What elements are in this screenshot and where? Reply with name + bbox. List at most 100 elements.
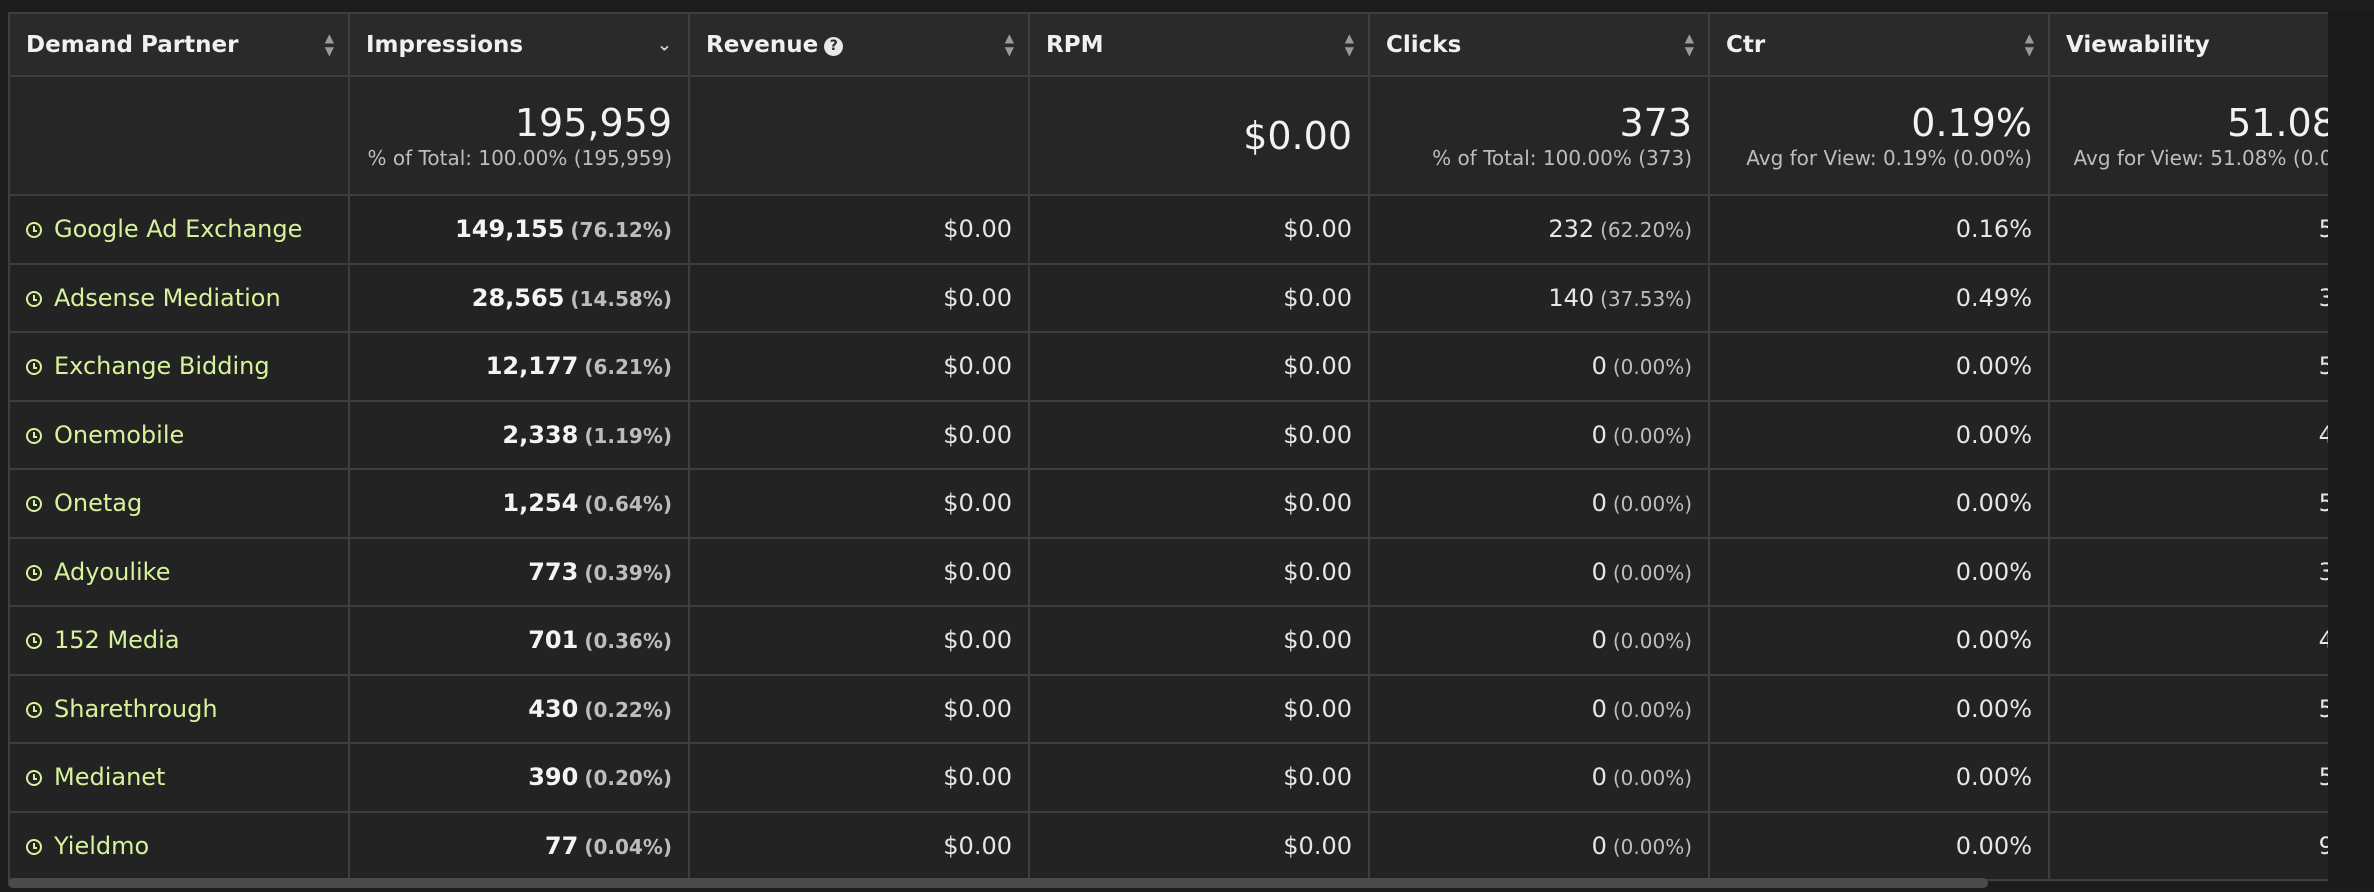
revenue-cell: $0.00 [688, 673, 1030, 744]
column-header-revenue[interactable]: Revenue? ▲ ▼ [688, 12, 1030, 77]
clock-icon [26, 496, 42, 513]
rpm-cell: $0.00 [1028, 331, 1370, 402]
sort-desc-icon[interactable]: ⌄ [657, 34, 672, 55]
ctr-cell: 0.00% [1708, 331, 2050, 402]
demand-partner-cell[interactable]: Onemobile [8, 399, 350, 470]
column-header-rpm[interactable]: RPM ▲ ▼ [1028, 12, 1370, 77]
viewability-cell: 92.2 [2048, 810, 2328, 881]
totals-row: 195,959 % of Total: 100.00% (195,959) $0… [8, 75, 2328, 196]
rpm-cell: $0.00 [1028, 262, 1370, 333]
totals-cell-viewability: 51.08% Avg for View: 51.08% (0.00%) [2048, 75, 2328, 196]
demand-partner-link[interactable]: Medianet [54, 763, 165, 791]
demand-partner-cell[interactable]: 152 Media [8, 605, 350, 676]
demand-partner-link[interactable]: Google Ad Exchange [54, 215, 302, 243]
clicks-value: 0 [1591, 831, 1607, 860]
clicks-cell: 0 (0.00%) [1368, 331, 1710, 402]
impressions-cell: 701 (0.36%) [348, 605, 690, 676]
sort-icon[interactable]: ▲ ▼ [2025, 32, 2034, 57]
demand-partner-link[interactable]: Exchange Bidding [54, 352, 270, 380]
revenue-cell: $0.00 [688, 536, 1030, 607]
column-label: Demand Partner [26, 31, 239, 58]
demand-partner-cell[interactable]: Yieldmo [8, 810, 350, 881]
ctr-cell: 0.00% [1708, 673, 2050, 744]
clicks-cell: 0 (0.00%) [1368, 605, 1710, 676]
table-row: Onemobile 2,338 (1.19%) $0.00 $0.00 0 (0.00%) 0… [8, 399, 2328, 470]
impressions-cell: 149,155 (76.12%) [348, 194, 690, 265]
viewability-cell: 47.6 [2048, 399, 2328, 470]
totals-cell-rpm: $0.00 [1028, 75, 1370, 196]
impressions-cell: 390 (0.20%) [348, 742, 690, 813]
rpm-cell: $0.00 [1028, 194, 1370, 265]
impressions-value: 1,254 [502, 489, 579, 518]
clicks-value: 0 [1591, 694, 1607, 723]
clock-icon [26, 290, 42, 307]
clicks-percent: (37.53%) [1600, 286, 1692, 311]
sort-icon[interactable]: ▲ ▼ [1005, 32, 1014, 57]
horizontal-scrollbar[interactable] [8, 878, 1988, 888]
rpm-cell: $0.00 [1028, 810, 1370, 881]
column-header-impressions[interactable]: Impressions ⌄ [348, 12, 690, 77]
column-header-ctr[interactable]: Ctr ▲ ▼ [1708, 12, 2050, 77]
ctr-cell: 0.16% [1708, 194, 2050, 265]
column-label: RPM [1046, 31, 1104, 58]
totals-cell-clicks: 373 % of Total: 100.00% (373) [1368, 75, 1710, 196]
total-impressions-sub: % of Total: 100.00% (195,959) [367, 145, 672, 170]
sort-icon[interactable]: ▲ ▼ [1685, 32, 1694, 57]
impressions-percent: (0.64%) [584, 492, 672, 517]
table-row: Medianet 390 (0.20%) $0.00 $0.00 0 (0.00%) 0.00… [8, 742, 2328, 813]
demand-partner-link[interactable]: Onemobile [54, 421, 184, 449]
demand-partner-cell[interactable]: Exchange Bidding [8, 331, 350, 402]
column-header-demand-partner[interactable]: Demand Partner ▲ ▼ [8, 12, 350, 77]
impressions-value: 773 [528, 557, 579, 586]
demand-partner-cell[interactable]: Adsense Mediation [8, 262, 350, 333]
clock-icon [26, 222, 42, 239]
total-clicks-sub: % of Total: 100.00% (373) [1432, 145, 1692, 170]
report-table-viewport: Demand Partner ▲ ▼ Impressions ⌄ Revenue?… [8, 12, 2328, 882]
revenue-cell: $0.00 [688, 742, 1030, 813]
clicks-percent: (0.00%) [1612, 423, 1692, 448]
totals-cell-name [8, 75, 350, 196]
column-header-clicks[interactable]: Clicks ▲ ▼ [1368, 12, 1710, 77]
demand-partner-link[interactable]: Sharethrough [54, 695, 218, 723]
revenue-cell: $0.00 [688, 331, 1030, 402]
clicks-percent: (0.00%) [1612, 697, 1692, 722]
demand-partner-cell[interactable]: Medianet [8, 742, 350, 813]
clock-icon [26, 427, 42, 444]
sort-icon[interactable]: ▲ ▼ [325, 32, 334, 57]
demand-partner-cell[interactable]: Onetag [8, 468, 350, 539]
sort-icon[interactable]: ▲ ▼ [1345, 32, 1354, 57]
clicks-cell: 0 (0.00%) [1368, 399, 1710, 470]
clicks-value: 0 [1591, 352, 1607, 381]
impressions-value: 77 [544, 831, 579, 860]
demand-partner-table: Demand Partner ▲ ▼ Impressions ⌄ Revenue?… [8, 12, 2328, 881]
ctr-cell: 0.00% [1708, 399, 2050, 470]
column-header-viewability[interactable]: Viewability [2048, 12, 2328, 77]
clicks-percent: (0.00%) [1612, 834, 1692, 859]
clock-icon [26, 701, 42, 718]
demand-partner-link[interactable]: Adyoulike [54, 558, 170, 586]
clicks-percent: (62.20%) [1600, 218, 1692, 243]
demand-partner-link[interactable]: 152 Media [54, 626, 180, 654]
demand-partner-cell[interactable]: Google Ad Exchange [8, 194, 350, 265]
total-viewability-sub: Avg for View: 51.08% (0.00%) [2073, 145, 2328, 170]
demand-partner-link[interactable]: Yieldmo [54, 832, 149, 860]
help-icon[interactable]: ? [824, 36, 844, 56]
demand-partner-link[interactable]: Onetag [54, 489, 142, 517]
viewability-cell: 31.9 [2048, 262, 2328, 333]
clicks-value: 232 [1548, 215, 1595, 244]
demand-partner-cell[interactable]: Sharethrough [8, 673, 350, 744]
revenue-cell: $0.00 [688, 605, 1030, 676]
total-clicks: 373 [1619, 100, 1692, 145]
demand-partner-link[interactable]: Adsense Mediation [54, 284, 281, 312]
table-row: Adyoulike 773 (0.39%) $0.00 $0.00 0 (0.00%) 0.0… [8, 536, 2328, 607]
table-row: 152 Media 701 (0.36%) $0.00 $0.00 0 (0.00%) 0.0… [8, 605, 2328, 676]
impressions-percent: (0.20%) [584, 766, 672, 791]
total-viewability: 51.08% [2227, 100, 2328, 145]
impressions-cell: 2,338 (1.19%) [348, 399, 690, 470]
impressions-percent: (76.12%) [570, 218, 672, 243]
viewability-cell: 54.3 [2048, 468, 2328, 539]
totals-cell-impressions: 195,959 % of Total: 100.00% (195,959) [348, 75, 690, 196]
clicks-cell: 232 (62.20%) [1368, 194, 1710, 265]
rpm-cell: $0.00 [1028, 468, 1370, 539]
demand-partner-cell[interactable]: Adyoulike [8, 536, 350, 607]
